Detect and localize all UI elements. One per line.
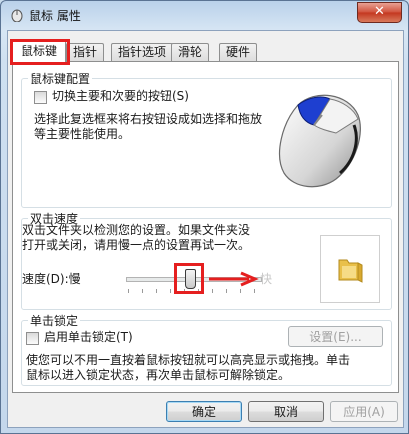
cancel-button[interactable]: 取消 — [248, 401, 324, 422]
mouse-icon — [11, 9, 23, 22]
click-lock-settings-button[interactable]: 设置(E)... — [288, 326, 383, 347]
click-lock-group: 单击锁定 启用单击锁定(T) 设置(E)... 使您可以不用一直按着鼠标按钮就可… — [21, 312, 392, 386]
click-lock-checkbox[interactable] — [26, 332, 39, 345]
click-lock-description-line2: 鼠标以进入锁定状态，再次单击鼠标可解除锁定。 — [26, 368, 291, 382]
apply-button[interactable]: 应用(A) — [330, 401, 398, 422]
title-bar[interactable]: 鼠标 属性 ✕ — [1, 1, 408, 29]
group-title: 鼠标键配置 — [28, 70, 93, 87]
dialog-client: 鼠标键 指针 指针选项 滑轮 硬件 鼠标键配置 切换主要和次要的按钮(S) 选择… — [7, 30, 404, 428]
button-config-group: 鼠标键配置 切换主要和次要的按钮(S) 选择此复选框来将右按钮设成如选择和拖放 … — [21, 70, 392, 208]
tab-panel: 鼠标键配置 切换主要和次要的按钮(S) 选择此复选框来将右按钮设成如选择和拖放 … — [12, 61, 399, 393]
tab-hardware[interactable]: 硬件 — [219, 43, 258, 62]
tab-label: 滑轮 — [178, 45, 203, 59]
fast-label: 快 — [260, 272, 273, 286]
slider-highlight-box — [174, 263, 204, 294]
group-title: 单击锁定 — [28, 312, 81, 329]
mouse-illustration-icon — [279, 94, 361, 188]
click-lock-label: 启用单击锁定(T) — [44, 330, 133, 344]
tab-highlight-box — [10, 39, 70, 65]
tab-wheel[interactable]: 滑轮 — [171, 43, 210, 62]
swap-buttons-checkbox[interactable] — [34, 91, 47, 104]
test-folder-area[interactable] — [320, 235, 380, 303]
close-icon: ✕ — [374, 4, 385, 19]
tab-label: 硬件 — [226, 45, 251, 59]
folder-icon — [338, 259, 363, 283]
swap-description-line2: 等主要性能使用。 — [34, 127, 131, 141]
ok-button[interactable]: 确定 — [166, 401, 242, 422]
double-click-group: 双击速度 双击文件夹以检测您的设置。如果文件夹没 打开或关闭，请用慢一点的设置再… — [21, 210, 392, 310]
tab-pointers[interactable]: 指针 — [66, 43, 105, 62]
swap-buttons-label: 切换主要和次要的按钮(S) — [52, 89, 189, 103]
tab-label: 指针选项 — [118, 45, 167, 59]
swap-description-line1: 选择此复选框来将右按钮设成如选择和拖放 — [34, 112, 263, 126]
red-arrow-icon — [209, 271, 259, 287]
double-click-description-line2: 打开或关闭，请用慢一点的设置再试一次。 — [22, 238, 251, 252]
close-button[interactable]: ✕ — [357, 2, 402, 23]
window-title: 鼠标 属性 — [29, 9, 81, 23]
click-lock-description-line1: 使您可以不用一直按着鼠标按钮就可以高亮显示或拖拽。单击 — [26, 353, 351, 367]
mouse-properties-window: 鼠标 属性 ✕ 鼠标键 指针 指针选项 滑轮 硬件 鼠标键配置 切换主要和次要的… — [0, 0, 409, 434]
tab-label: 指针 — [73, 45, 98, 59]
tab-pointer-options[interactable]: 指针选项 — [111, 43, 174, 62]
double-click-description-line1: 双击文件夹以检测您的设置。如果文件夹没 — [22, 223, 251, 237]
speed-label: 速度(D):慢 — [22, 272, 81, 286]
